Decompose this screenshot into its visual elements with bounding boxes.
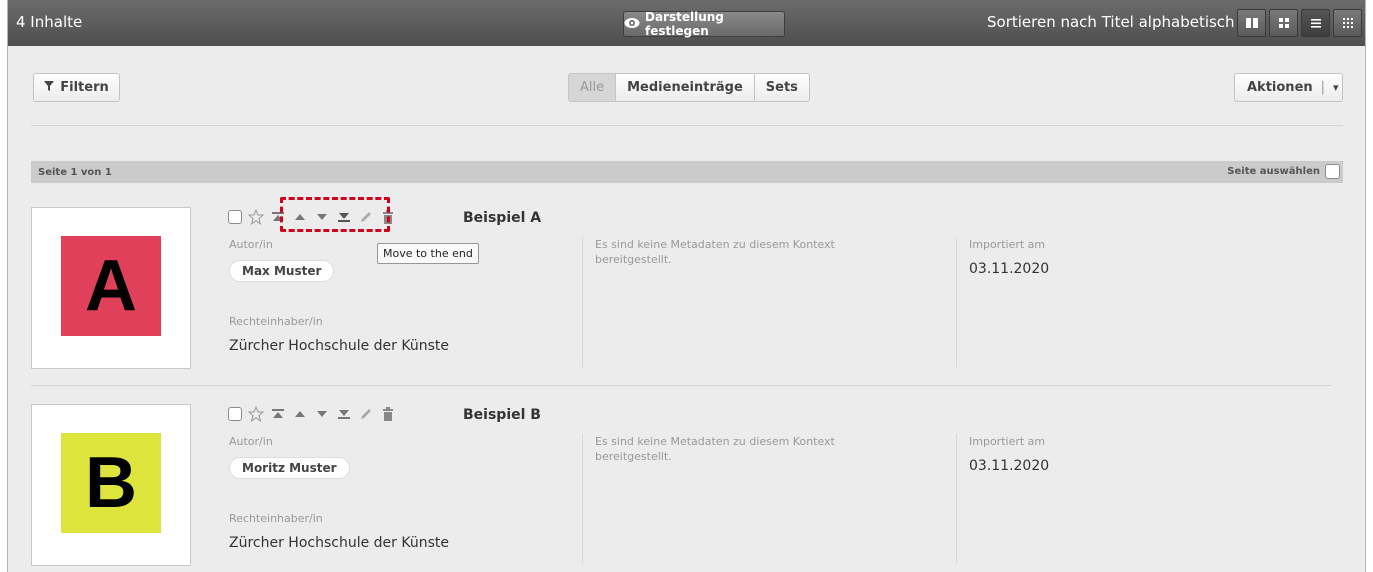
entry-title[interactable]: Beispiel B (463, 407, 541, 423)
move-up-icon[interactable] (292, 406, 308, 422)
imported-date: 03.11.2020 (969, 458, 1050, 474)
select-page-checkbox[interactable] (1325, 164, 1340, 179)
eye-icon (624, 17, 640, 32)
app-frame: 4 Inhalte Darstellung festlegen Sortiere… (7, 0, 1366, 572)
imported-label: Importiert am (969, 435, 1046, 448)
actions-dropdown-button[interactable]: Aktionen | ▾ (1234, 73, 1343, 102)
imported-date: 03.11.2020 (969, 261, 1050, 277)
author-chip[interactable]: Moritz Muster (229, 457, 350, 479)
tiles-view-icon (1342, 14, 1354, 33)
segment-sets[interactable]: Sets (753, 74, 809, 101)
rights-holder-value: Zürcher Hochschule der Künste (229, 535, 449, 551)
content-count: 4 Inhalte (16, 13, 83, 31)
thumbnail-image: A (61, 236, 161, 336)
top-bar: 4 Inhalte Darstellung festlegen Sortiere… (8, 0, 1365, 46)
thumbnail[interactable]: A (31, 207, 191, 369)
column-divider (956, 237, 957, 367)
thumbnail[interactable]: B (31, 404, 191, 566)
select-checkbox[interactable] (228, 210, 242, 224)
list-view-icon (1310, 14, 1322, 33)
column-divider (582, 434, 583, 564)
tooltip: Move to the end (377, 243, 479, 264)
view-grid-button[interactable] (1269, 9, 1298, 37)
segment-all[interactable]: Alle (569, 74, 616, 101)
grid-view-icon (1278, 14, 1290, 33)
no-metadata-note: Es sind keine Metadaten zu diesem Kontex… (595, 238, 835, 266)
select-page[interactable]: Seite auswählen (1227, 164, 1340, 179)
page-indicator: Seite 1 von 1 (38, 167, 112, 178)
column-divider (956, 434, 957, 564)
rights-holder-label: Rechteinhaber/in (229, 315, 323, 328)
segment-media-entries[interactable]: Medieneinträge (615, 74, 754, 101)
view-columns-button[interactable] (1237, 9, 1266, 37)
edit-icon[interactable] (358, 406, 374, 422)
star-icon[interactable] (248, 406, 264, 422)
divider (31, 125, 1343, 126)
rights-holder-value: Zürcher Hochschule der Künste (229, 338, 449, 354)
view-switcher (1237, 9, 1362, 37)
display-settings-button[interactable]: Darstellung festlegen (623, 10, 785, 38)
move-to-end-icon[interactable] (336, 406, 352, 422)
select-checkbox[interactable] (228, 407, 242, 421)
entry-title[interactable]: Beispiel A (463, 210, 541, 226)
thumbnail-image: B (61, 433, 161, 533)
sort-dropdown[interactable]: Sortieren nach Titel alphabetisch ▾ (987, 13, 1247, 31)
list-item: B Beispiel B Autor/in Moritz Muster Rech… (8, 404, 1365, 572)
filter-icon (44, 80, 55, 95)
star-icon[interactable] (248, 209, 264, 225)
no-metadata-note: Es sind keine Metadaten zu diesem Kontex… (595, 435, 835, 463)
actions-separator: | (1320, 80, 1326, 95)
author-label: Autor/in (229, 435, 273, 448)
list-item: A Beispiel A Autor/in Max Muster Rechtei… (8, 207, 1365, 397)
view-tiles-button[interactable] (1333, 9, 1362, 37)
select-page-label: Seite auswählen (1227, 166, 1320, 177)
display-settings-label: Darstellung festlegen (645, 10, 724, 38)
author-chip[interactable]: Max Muster (229, 260, 335, 282)
trash-icon[interactable] (380, 406, 396, 422)
move-controls-highlight (280, 197, 390, 232)
rights-holder-label: Rechteinhaber/in (229, 512, 323, 525)
actions-label: Aktionen (1247, 80, 1313, 95)
author-label: Autor/in (229, 238, 273, 251)
filter-label: Filtern (60, 80, 109, 95)
type-segmented-control: Alle Medieneinträge Sets (568, 73, 810, 102)
chevron-down-icon: ▾ (1333, 81, 1339, 94)
columns-view-icon (1245, 14, 1259, 33)
move-down-icon[interactable] (314, 406, 330, 422)
imported-label: Importiert am (969, 238, 1046, 251)
view-list-button[interactable] (1301, 9, 1330, 37)
row-separator (31, 385, 1331, 386)
move-to-top-icon[interactable] (270, 406, 286, 422)
page-bar: Seite 1 von 1 Seite auswählen (31, 161, 1343, 183)
entry-action-icons (228, 404, 396, 424)
filter-button[interactable]: Filtern (33, 73, 120, 102)
column-divider (582, 237, 583, 367)
